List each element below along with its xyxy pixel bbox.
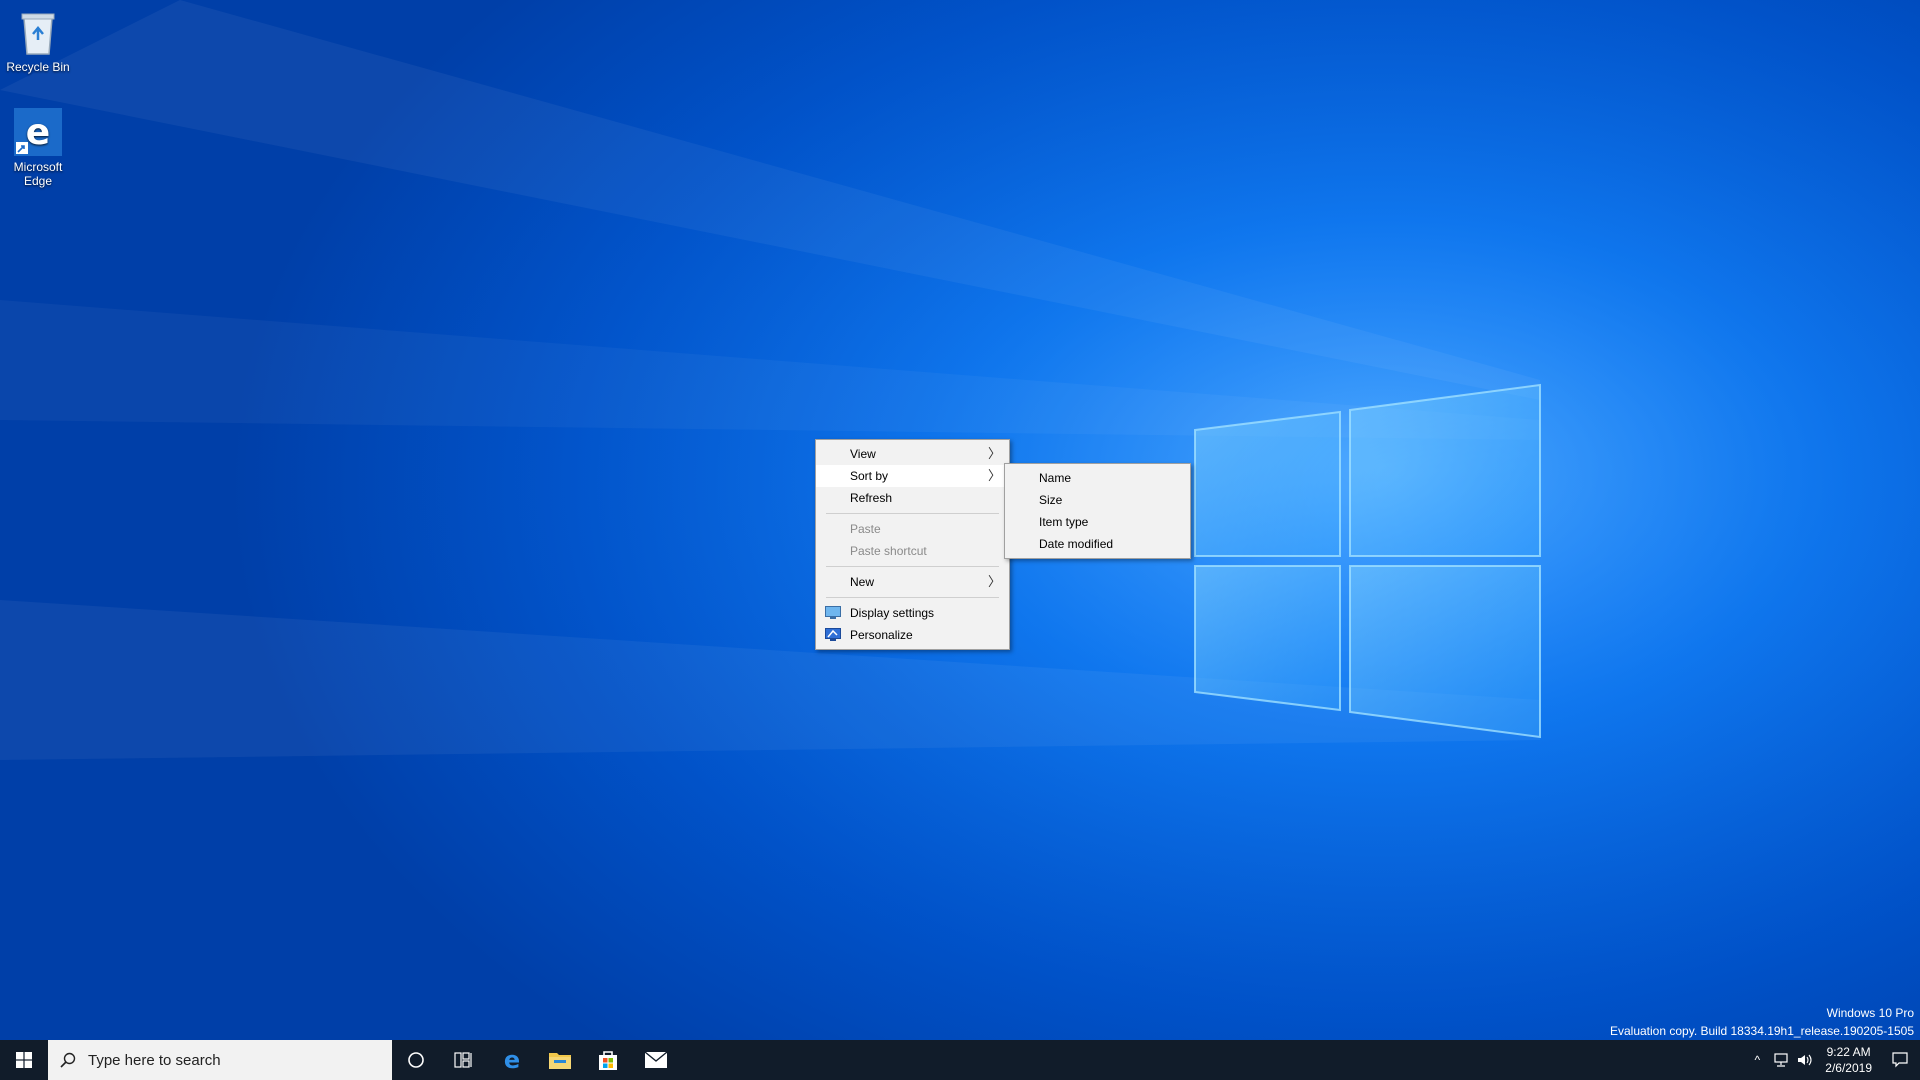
action-center-button[interactable]	[1880, 1040, 1920, 1080]
menu-item-new[interactable]: New 〉	[816, 571, 1009, 593]
menu-item-view[interactable]: View 〉	[816, 443, 1009, 465]
menu-item-refresh[interactable]: Refresh	[816, 487, 1009, 509]
desktop-context-menu: View 〉 Sort by 〉 Refresh Paste Paste sho…	[815, 439, 1010, 650]
desktop-icon-edge[interactable]: e Microsoft Edge	[0, 108, 76, 188]
display-settings-icon	[825, 606, 841, 619]
sort-by-submenu: Name Size Item type Date modified	[1004, 463, 1191, 559]
desktop-icon-label: Microsoft Edge	[13, 160, 63, 188]
search-placeholder: Type here to search	[88, 1051, 221, 1069]
menu-item-label: Display settings	[850, 606, 935, 620]
chevron-right-icon: 〉	[987, 468, 1001, 483]
windows-logo-icon	[16, 1052, 32, 1068]
menu-separator	[826, 597, 999, 598]
svg-text:e: e	[26, 112, 50, 153]
desktop-icon-label: Recycle Bin	[6, 60, 70, 74]
chevron-up-icon: ^	[1754, 1053, 1761, 1067]
submenu-item-size[interactable]: Size	[1005, 489, 1190, 511]
menu-item-personalize[interactable]: Personalize	[816, 624, 1009, 646]
menu-item-display-settings[interactable]: Display settings	[816, 602, 1009, 624]
menu-item-label: Refresh	[850, 491, 893, 505]
taskbar: Type here to search e ^ 9:22 AM 2/6/2019	[0, 1040, 1920, 1080]
watermark-edition: Windows 10 Pro	[1826, 1006, 1914, 1020]
desktop-icon-recycle-bin[interactable]: Recycle Bin	[0, 8, 76, 74]
menu-item-label: Sort by	[850, 469, 889, 483]
show-hidden-icons-button[interactable]: ^	[1745, 1040, 1769, 1080]
task-view-icon	[454, 1052, 472, 1068]
submenu-item-item-type[interactable]: Item type	[1005, 511, 1190, 533]
svg-text:e: e	[504, 1048, 520, 1072]
taskbar-clock[interactable]: 9:22 AM 2/6/2019	[1817, 1044, 1880, 1076]
menu-item-label: Date modified	[1039, 537, 1114, 551]
task-view-button[interactable]	[440, 1040, 488, 1080]
edge-icon: e	[504, 1048, 520, 1072]
edge-icon: e	[14, 108, 62, 156]
notification-icon	[1892, 1052, 1908, 1068]
system-tray: ^ 9:22 AM 2/6/2019	[1745, 1040, 1920, 1080]
taskbar-file-explorer-button[interactable]	[536, 1040, 584, 1080]
menu-item-label: Paste shortcut	[850, 544, 927, 558]
taskbar-edge-button[interactable]: e	[488, 1040, 536, 1080]
file-explorer-icon	[549, 1053, 571, 1069]
taskbar-mail-button[interactable]	[632, 1040, 680, 1080]
volume-button[interactable]	[1793, 1040, 1817, 1080]
store-icon	[599, 1051, 617, 1070]
start-button[interactable]	[0, 1040, 48, 1080]
search-icon	[60, 1052, 76, 1068]
taskbar-store-button[interactable]	[584, 1040, 632, 1080]
menu-item-label: Name	[1039, 471, 1072, 485]
cortana-icon	[408, 1052, 424, 1068]
watermark-build: Evaluation copy. Build 18334.19h1_releas…	[1609, 1024, 1914, 1038]
mail-icon	[644, 1051, 668, 1068]
menu-item-label: Paste	[850, 522, 881, 536]
menu-item-paste[interactable]: Paste	[816, 518, 1009, 540]
network-button[interactable]	[1769, 1040, 1793, 1080]
network-icon	[1774, 1053, 1788, 1067]
menu-item-label: Item type	[1039, 515, 1089, 529]
menu-separator	[826, 513, 999, 514]
cortana-button[interactable]	[392, 1040, 440, 1080]
menu-item-label: View	[850, 447, 876, 461]
menu-item-label: Personalize	[850, 628, 913, 642]
submenu-item-date-modified[interactable]: Date modified	[1005, 533, 1190, 555]
clock-time: 9:22 AM	[1826, 1045, 1871, 1059]
clock-date: 2/6/2019	[1825, 1061, 1872, 1075]
personalize-icon	[825, 628, 841, 641]
chevron-right-icon: 〉	[987, 574, 1001, 589]
taskbar-search-box[interactable]: Type here to search	[48, 1040, 392, 1080]
chevron-right-icon: 〉	[987, 446, 1001, 461]
menu-item-sort-by[interactable]: Sort by 〉	[816, 465, 1009, 487]
menu-separator	[826, 566, 999, 567]
evaluation-watermark: Windows 10 Pro Evaluation copy. Build 18…	[1610, 1004, 1914, 1040]
recycle-bin-icon	[21, 13, 55, 55]
menu-item-label: New	[850, 575, 875, 589]
submenu-item-name[interactable]: Name	[1005, 467, 1190, 489]
menu-item-paste-shortcut[interactable]: Paste shortcut	[816, 540, 1009, 562]
menu-item-label: Size	[1039, 493, 1063, 507]
volume-icon	[1798, 1054, 1812, 1066]
